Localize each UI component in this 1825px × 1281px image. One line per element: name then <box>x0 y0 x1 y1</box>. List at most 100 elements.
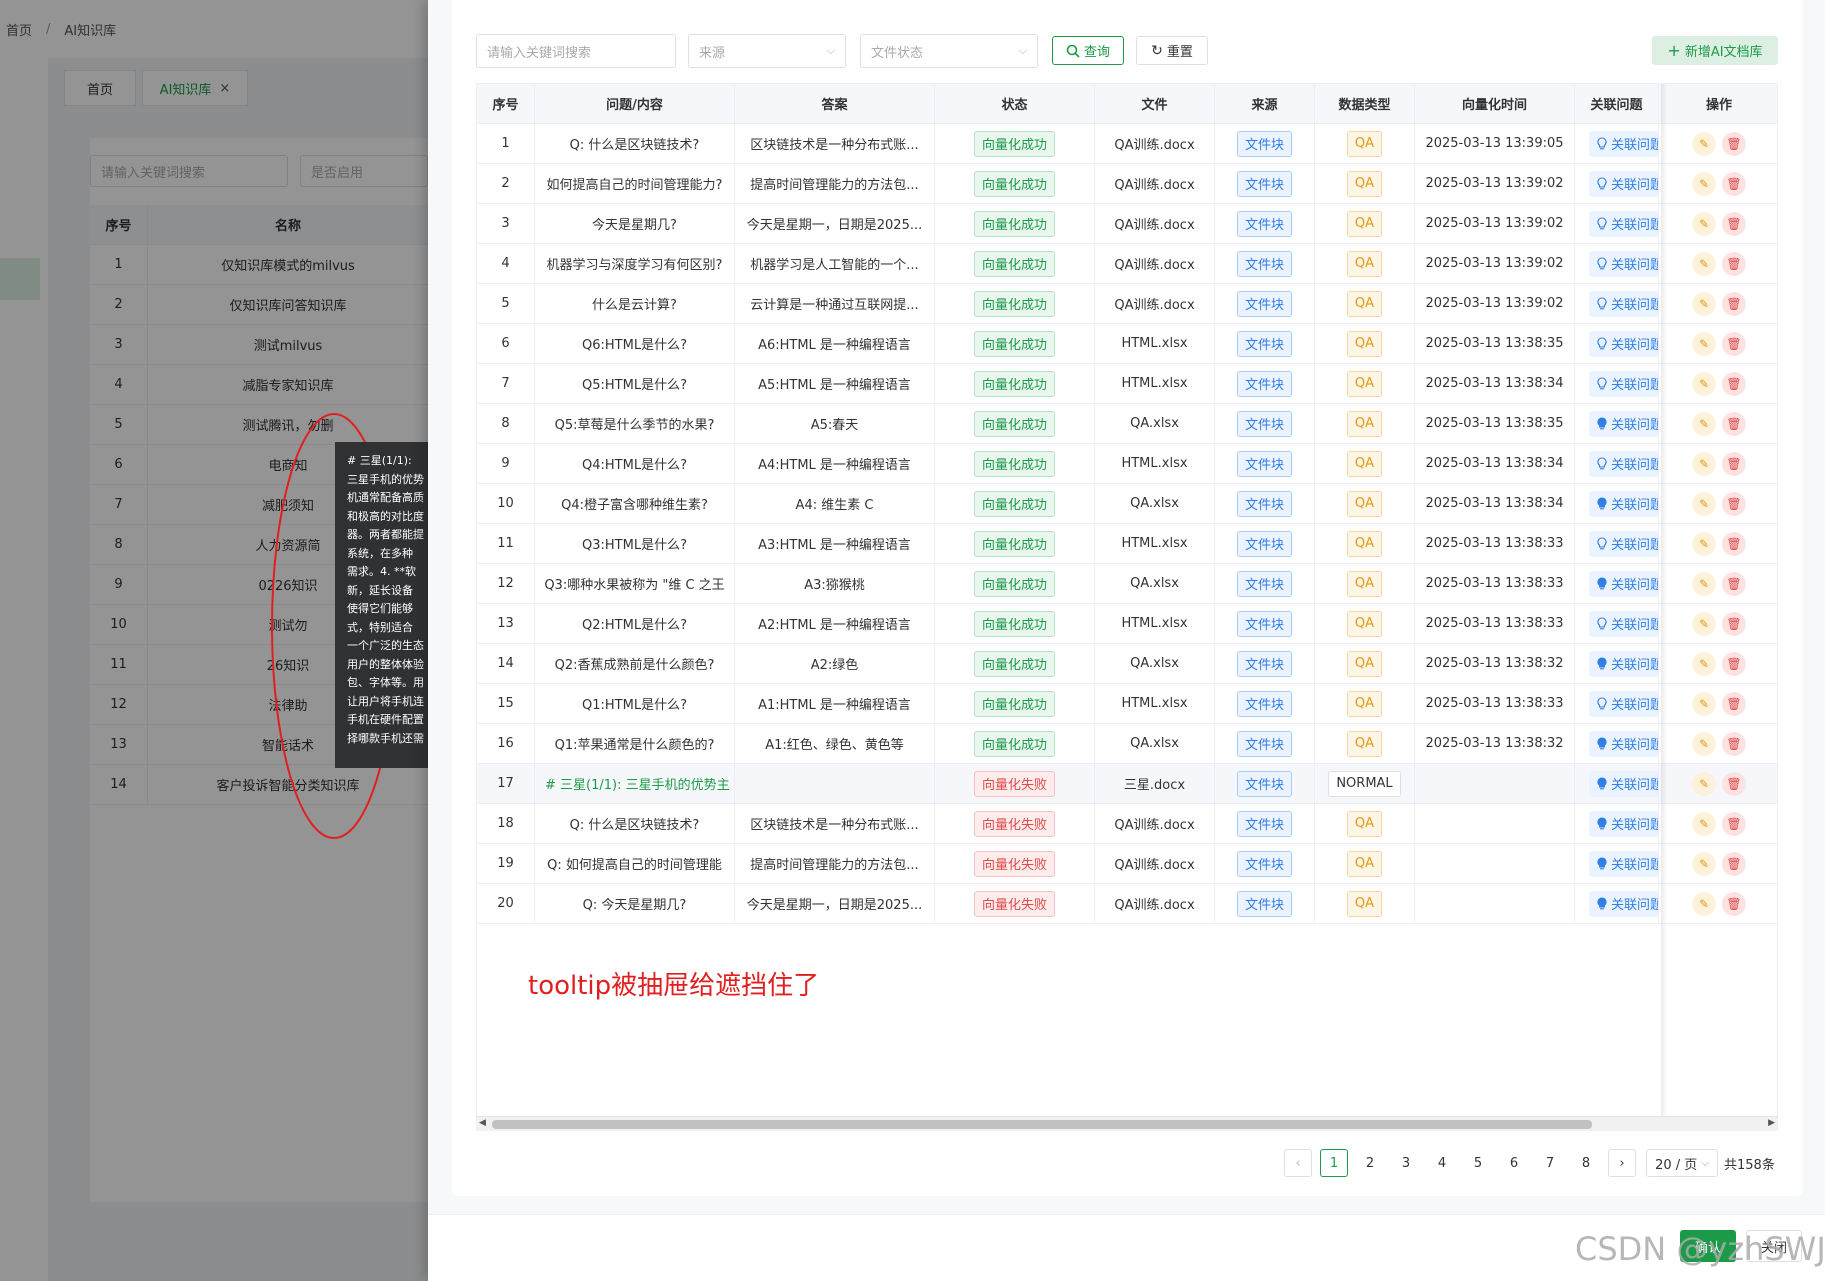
delete-icon[interactable]: 🗑 <box>1722 291 1746 316</box>
delete-icon[interactable]: 🗑 <box>1722 211 1746 236</box>
delete-icon[interactable]: 🗑 <box>1722 331 1746 356</box>
edit-icon[interactable]: ✎ <box>1692 411 1716 436</box>
edit-icon[interactable]: ✎ <box>1692 131 1716 156</box>
related-question-button[interactable]: 关联问题 <box>1589 570 1658 597</box>
related-question-button[interactable]: 关联问题 <box>1589 130 1658 157</box>
table-row[interactable]: 16 Q1:苹果通常是什么颜色的? A1:红色、绿色、黄色等 向量化成功 QA.xlsx… <box>477 723 1777 764</box>
edit-icon[interactable]: ✎ <box>1692 211 1716 236</box>
delete-icon[interactable]: 🗑 <box>1722 611 1746 636</box>
edit-icon[interactable]: ✎ <box>1692 811 1716 836</box>
page-size-select[interactable]: 20 / 页 ⌵ <box>1646 1149 1718 1177</box>
related-question-button[interactable]: 关联问题 <box>1589 170 1658 197</box>
edit-icon[interactable]: ✎ <box>1692 451 1716 476</box>
table-row[interactable]: 12 Q3:哪种水果被称为 "维 C 之王 A3:猕猴桃 向量化成功 QA.xlsx 文件… <box>477 563 1777 604</box>
related-question-button[interactable]: 关联问题 <box>1589 810 1658 837</box>
page-8-button[interactable]: 8 <box>1568 1149 1604 1177</box>
scroll-left-icon[interactable]: ◀ <box>479 1118 486 1128</box>
table-row[interactable]: 3 今天是星期几? 今天是星期一，日期是2025... 向量化成功 QA训练.docx 文… <box>477 203 1777 244</box>
edit-icon[interactable]: ✎ <box>1692 731 1716 756</box>
edit-icon[interactable]: ✎ <box>1692 371 1716 396</box>
delete-icon[interactable]: 🗑 <box>1722 571 1746 596</box>
edit-icon[interactable]: ✎ <box>1692 851 1716 876</box>
edit-icon[interactable]: ✎ <box>1692 771 1716 796</box>
delete-icon[interactable]: 🗑 <box>1722 891 1746 916</box>
related-question-button[interactable]: 关联问题 <box>1589 770 1658 797</box>
table-row[interactable]: 18 Q: 什么是区块链技术? 区块链技术是一种分布式账... 向量化失败 QA训练.d… <box>477 803 1777 844</box>
prev-page-button[interactable]: ‹ <box>1284 1149 1312 1177</box>
file-status-select[interactable]: 文件状态 ⌵ <box>860 34 1038 68</box>
edit-icon[interactable]: ✎ <box>1692 651 1716 676</box>
scroll-right-icon[interactable]: ▶ <box>1768 1118 1775 1128</box>
delete-icon[interactable]: 🗑 <box>1722 491 1746 516</box>
table-row[interactable]: 8 Q5:草莓是什么季节的水果? A5:春天 向量化成功 QA.xlsx 文件块 QA 202… <box>477 403 1777 444</box>
search-button[interactable]: 查询 <box>1052 36 1124 65</box>
source-select[interactable]: 来源 ⌵ <box>688 34 846 68</box>
edit-icon[interactable]: ✎ <box>1692 251 1716 276</box>
page-1-button[interactable]: 1 <box>1320 1149 1348 1177</box>
related-question-button[interactable]: 关联问题 <box>1589 650 1658 677</box>
table-row[interactable]: 20 Q: 今天是星期几? 今天是星期一，日期是2025... 向量化失败 QA训练.d… <box>477 883 1777 924</box>
delete-icon[interactable]: 🗑 <box>1722 731 1746 756</box>
page-4-button[interactable]: 4 <box>1424 1149 1460 1177</box>
related-question-button[interactable]: 关联问题 <box>1589 370 1658 397</box>
edit-icon[interactable]: ✎ <box>1692 531 1716 556</box>
edit-icon[interactable]: ✎ <box>1692 331 1716 356</box>
related-question-button[interactable]: 关联问题 <box>1589 490 1658 517</box>
delete-icon[interactable]: 🗑 <box>1722 451 1746 476</box>
edit-icon[interactable]: ✎ <box>1692 171 1716 196</box>
related-question-button[interactable]: 关联问题 <box>1589 530 1658 557</box>
table-row[interactable]: 9 Q4:HTML是什么? A4:HTML 是一种编程语言 向量化成功 HTML.xls… <box>477 443 1777 484</box>
edit-icon[interactable]: ✎ <box>1692 611 1716 636</box>
table-row[interactable]: 6 Q6:HTML是什么? A6:HTML 是一种编程语言 向量化成功 HTML.xls… <box>477 323 1777 364</box>
related-question-button[interactable]: 关联问题 <box>1589 850 1658 877</box>
delete-icon[interactable]: 🗑 <box>1722 131 1746 156</box>
related-question-button[interactable]: 关联问题 <box>1589 410 1658 437</box>
delete-icon[interactable]: 🗑 <box>1722 811 1746 836</box>
table-row[interactable]: 19 Q: 如何提高自己的时间管理能 提高时间管理能力的方法包... 向量化失败 QA训… <box>477 843 1777 884</box>
reset-button[interactable]: ↻ 重置 <box>1136 36 1208 65</box>
table-row[interactable]: 17 # 三星(1/1): 三星手机的优势主 向量化失败 三星.docx 文件块 NORM… <box>477 763 1777 804</box>
related-question-button[interactable]: 关联问题 <box>1589 210 1658 237</box>
related-question-button[interactable]: 关联问题 <box>1589 730 1658 757</box>
delete-icon[interactable]: 🗑 <box>1722 171 1746 196</box>
delete-icon[interactable]: 🗑 <box>1722 691 1746 716</box>
delete-icon[interactable]: 🗑 <box>1722 531 1746 556</box>
table-row[interactable]: 15 Q1:HTML是什么? A1:HTML 是一种编程语言 向量化成功 HTML.xl… <box>477 683 1777 724</box>
table-row[interactable]: 10 Q4:橙子富含哪种维生素? A4: 维生素 C 向量化成功 QA.xlsx 文件块 Q… <box>477 483 1777 524</box>
related-question-button[interactable]: 关联问题 <box>1589 250 1658 277</box>
delete-icon[interactable]: 🗑 <box>1722 771 1746 796</box>
next-page-button[interactable]: › <box>1608 1149 1636 1177</box>
page-7-button[interactable]: 7 <box>1532 1149 1568 1177</box>
table-row[interactable]: 11 Q3:HTML是什么? A3:HTML 是一种编程语言 向量化成功 HTML.xl… <box>477 523 1777 564</box>
table-row[interactable]: 13 Q2:HTML是什么? A2:HTML 是一种编程语言 向量化成功 HTML.xl… <box>477 603 1777 644</box>
related-question-button[interactable]: 关联问题 <box>1589 890 1658 917</box>
page-6-button[interactable]: 6 <box>1496 1149 1532 1177</box>
delete-icon[interactable]: 🗑 <box>1722 851 1746 876</box>
delete-icon[interactable]: 🗑 <box>1722 651 1746 676</box>
table-row[interactable]: 5 什么是云计算? 云计算是一种通过互联网提... 向量化成功 QA训练.docx 文件块… <box>477 283 1777 324</box>
page-3-button[interactable]: 3 <box>1388 1149 1424 1177</box>
related-question-button[interactable]: 关联问题 <box>1589 610 1658 637</box>
related-question-button[interactable]: 关联问题 <box>1589 690 1658 717</box>
delete-icon[interactable]: 🗑 <box>1722 251 1746 276</box>
page-2-button[interactable]: 2 <box>1352 1149 1388 1177</box>
table-row[interactable]: 14 Q2:香蕉成熟前是什么颜色? A2:绿色 向量化成功 QA.xlsx 文件块 QA 20… <box>477 643 1777 684</box>
related-question-button[interactable]: 关联问题 <box>1589 290 1658 317</box>
horizontal-scrollbar[interactable]: ◀ ▶ <box>476 1116 1778 1131</box>
delete-icon[interactable]: 🗑 <box>1722 411 1746 436</box>
edit-icon[interactable]: ✎ <box>1692 691 1716 716</box>
table-row[interactable]: 2 如何提高自己的时间管理能力? 提高时间管理能力的方法包... 向量化成功 QA训练.… <box>477 163 1777 204</box>
edit-icon[interactable]: ✎ <box>1692 891 1716 916</box>
related-question-button[interactable]: 关联问题 <box>1589 450 1658 477</box>
related-question-button[interactable]: 关联问题 <box>1589 330 1658 357</box>
page-5-button[interactable]: 5 <box>1460 1149 1496 1177</box>
edit-icon[interactable]: ✎ <box>1692 571 1716 596</box>
delete-icon[interactable]: 🗑 <box>1722 371 1746 396</box>
add-ai-doc-button[interactable]: + 新增AI文档库 <box>1652 36 1778 65</box>
table-row[interactable]: 7 Q5:HTML是什么? A5:HTML 是一种编程语言 向量化成功 HTML.xls… <box>477 363 1777 404</box>
table-row[interactable]: 4 机器学习与深度学习有何区别? 机器学习是人工智能的一个... 向量化成功 QA训练.… <box>477 243 1777 284</box>
edit-icon[interactable]: ✎ <box>1692 491 1716 516</box>
scrollbar-thumb[interactable] <box>492 1120 1592 1129</box>
table-row[interactable]: 1 Q: 什么是区块链技术? 区块链技术是一种分布式账... 向量化成功 QA训练.do… <box>477 123 1777 164</box>
keyword-search-input[interactable]: 请输入关键词搜索 <box>476 34 676 68</box>
